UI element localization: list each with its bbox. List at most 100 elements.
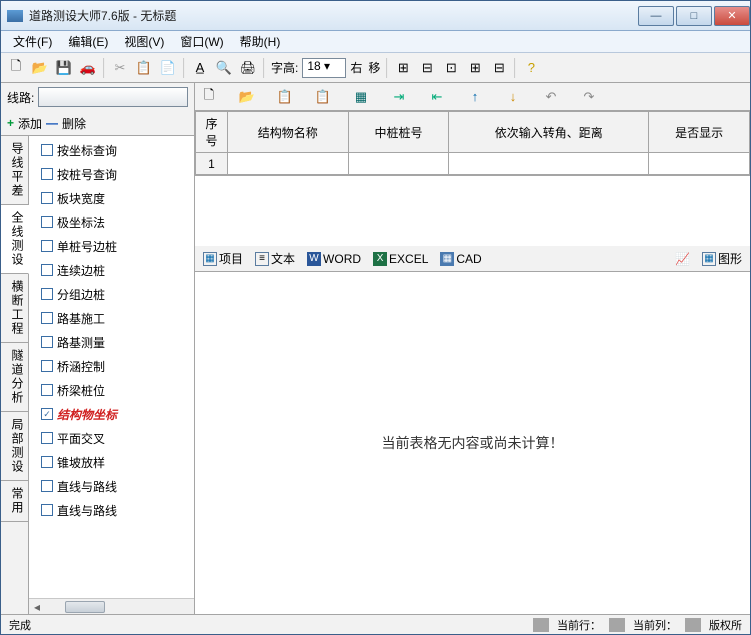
column-header[interactable]: 是否显示 — [649, 112, 750, 153]
minimize-button[interactable]: — — [638, 6, 674, 26]
vtab-2[interactable]: 横断工程 — [1, 274, 28, 343]
move-label[interactable]: 移 — [366, 59, 382, 76]
data-grid[interactable]: 序号结构物名称中桩桩号依次输入转角、距离是否显示 1 — [195, 111, 750, 176]
tree-item[interactable]: 结构物坐标 — [29, 402, 194, 426]
insert-icon[interactable]: ⇥ — [391, 89, 407, 105]
open2-icon[interactable]: 📂 — [239, 89, 255, 105]
vtab-1[interactable]: 全线测设 — [1, 205, 29, 274]
checkbox-icon[interactable] — [41, 216, 53, 228]
tree-hscrollbar[interactable]: ◂ — [29, 598, 194, 614]
tree-item[interactable]: 按坐标查询 — [29, 138, 194, 162]
menu-view[interactable]: 视图(V) — [116, 31, 172, 52]
column-header[interactable]: 结构物名称 — [228, 112, 349, 153]
checkbox-icon[interactable] — [41, 432, 53, 444]
vtab-3[interactable]: 隧道分析 — [1, 343, 28, 412]
vtab-0[interactable]: 导线平差 — [1, 136, 28, 205]
up-icon[interactable]: ↑ — [467, 89, 483, 105]
checkbox-icon[interactable] — [41, 384, 53, 396]
help-icon[interactable]: ? — [520, 57, 542, 79]
align2-icon[interactable]: ⊟ — [416, 57, 438, 79]
font-icon[interactable]: A̲ — [189, 57, 211, 79]
tab-chart[interactable]: 📈 — [671, 250, 694, 268]
checkbox-icon[interactable] — [41, 240, 53, 252]
menu-help[interactable]: 帮助(H) — [232, 31, 289, 52]
tab-text[interactable]: ≡文本 — [251, 248, 299, 269]
checkbox-icon[interactable] — [41, 408, 53, 420]
tree-item[interactable]: 路基施工 — [29, 306, 194, 330]
checkbox-icon[interactable] — [41, 504, 53, 516]
tree-item[interactable]: 桥梁桩位 — [29, 378, 194, 402]
clip-icon[interactable]: 📋 — [315, 89, 331, 105]
menu-window[interactable]: 窗口(W) — [172, 31, 231, 52]
add-button[interactable]: 添加 — [18, 115, 42, 132]
doc-icon[interactable]: 🗋 — [201, 89, 217, 105]
copy-icon[interactable]: 📋 — [133, 57, 155, 79]
checkbox-icon[interactable] — [41, 192, 53, 204]
checkbox-icon[interactable] — [41, 360, 53, 372]
tree-item[interactable]: 极坐标法 — [29, 210, 194, 234]
tab-word[interactable]: WWORD — [303, 250, 365, 268]
window-title: 道路测设大师7.6版 - 无标题 — [29, 7, 636, 24]
checkbox-icon[interactable] — [41, 480, 53, 492]
vtab-5[interactable]: 常用 — [1, 481, 28, 522]
close-button[interactable]: ✕ — [714, 6, 750, 26]
new-icon[interactable]: 🗋 — [5, 57, 27, 79]
cell[interactable] — [649, 153, 750, 175]
maximize-button[interactable]: □ — [676, 6, 712, 26]
cell[interactable] — [449, 153, 649, 175]
column-header[interactable]: 中桩桩号 — [348, 112, 449, 153]
vtab-4[interactable]: 局部测设 — [1, 412, 28, 481]
tab-excel[interactable]: XEXCEL — [369, 250, 432, 268]
undo-icon[interactable]: ↶ — [543, 89, 559, 105]
checkbox-icon[interactable] — [41, 288, 53, 300]
checkbox-icon[interactable] — [41, 264, 53, 276]
checkbox-icon[interactable] — [41, 144, 53, 156]
checkbox-icon[interactable] — [41, 312, 53, 324]
tab-graphic[interactable]: ▦图形 — [698, 248, 746, 269]
append-icon[interactable]: ⇤ — [429, 89, 445, 105]
align4-icon[interactable]: ⊞ — [464, 57, 486, 79]
tree-item[interactable]: 桥涵控制 — [29, 354, 194, 378]
align1-icon[interactable]: ⊞ — [392, 57, 414, 79]
tree-item[interactable]: 分组边桩 — [29, 282, 194, 306]
save2-icon[interactable]: 📋 — [277, 89, 293, 105]
cell[interactable] — [228, 153, 349, 175]
cell[interactable] — [348, 153, 449, 175]
align3-icon[interactable]: ⊡ — [440, 57, 462, 79]
down-icon[interactable]: ↓ — [505, 89, 521, 105]
redo-icon[interactable]: ↷ — [581, 89, 597, 105]
column-header[interactable]: 依次输入转角、距离 — [449, 112, 649, 153]
tree-item[interactable]: 平面交叉 — [29, 426, 194, 450]
checkbox-icon[interactable] — [41, 336, 53, 348]
delete-button[interactable]: 删除 — [62, 115, 86, 132]
tree-item[interactable]: 直线与路线 — [29, 474, 194, 498]
tree-item[interactable]: 单桩号边桩 — [29, 234, 194, 258]
calc-icon[interactable]: ▦ — [353, 89, 369, 105]
tab-cad[interactable]: ▦CAD — [436, 250, 485, 268]
tree-item[interactable]: 锥坡放样 — [29, 450, 194, 474]
cut-icon[interactable]: ✂ — [109, 57, 131, 79]
line-combo[interactable] — [38, 87, 188, 107]
fontheight-select[interactable]: 18 ▾ — [302, 58, 346, 78]
tree-item[interactable]: 路基测量 — [29, 330, 194, 354]
cell[interactable]: 1 — [196, 153, 228, 175]
open-icon[interactable]: 📂 — [29, 57, 51, 79]
right-label[interactable]: 右 — [348, 59, 364, 76]
save-icon[interactable]: 💾 — [53, 57, 75, 79]
tree-item[interactable]: 直线与路线 — [29, 498, 194, 522]
tree-item[interactable]: 板块宽度 — [29, 186, 194, 210]
align5-icon[interactable]: ⊟ — [488, 57, 510, 79]
menu-file[interactable]: 文件(F) — [5, 31, 60, 52]
zoom-icon[interactable]: 🔍 — [213, 57, 235, 79]
column-header[interactable]: 序号 — [196, 112, 228, 153]
print-icon[interactable]: 🖨 — [237, 57, 259, 79]
tab-project[interactable]: ▦项目 — [199, 248, 247, 269]
checkbox-icon[interactable] — [41, 168, 53, 180]
tree-item-label: 结构物坐标 — [57, 406, 117, 423]
checkbox-icon[interactable] — [41, 456, 53, 468]
tree-item[interactable]: 按桩号查询 — [29, 162, 194, 186]
paste-icon[interactable]: 📄 — [157, 57, 179, 79]
car-icon[interactable]: 🚗 — [77, 57, 99, 79]
tree-item[interactable]: 连续边桩 — [29, 258, 194, 282]
menu-edit[interactable]: 编辑(E) — [60, 31, 116, 52]
